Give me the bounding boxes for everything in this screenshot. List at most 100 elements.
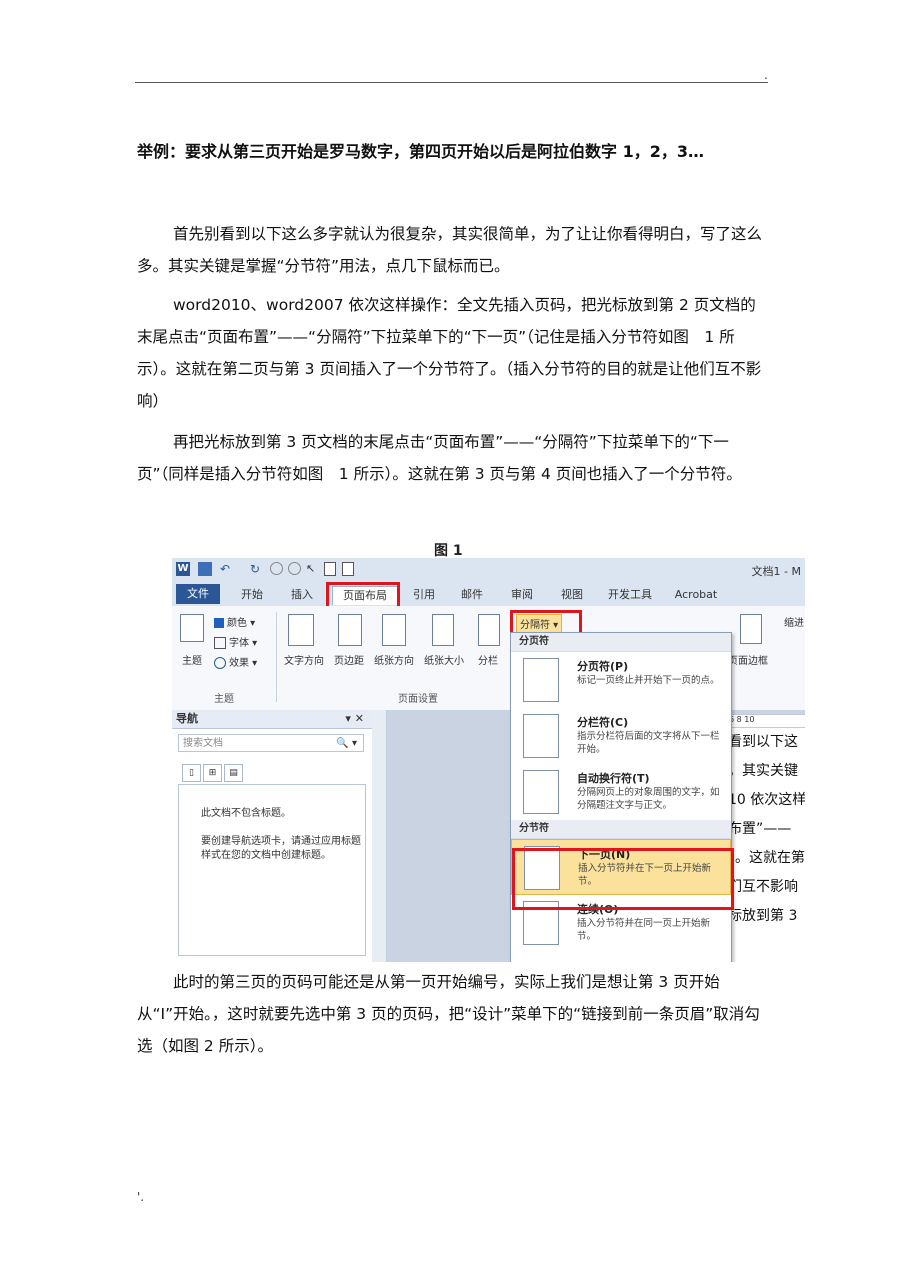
pointer-icon[interactable]: ↖ [306, 562, 320, 576]
redo-icon[interactable]: ↻ [250, 562, 264, 576]
ribbon-separator [276, 612, 277, 702]
group-theme-label: 主题 [214, 694, 234, 705]
menu-item-title: 分栏符(C) [577, 716, 629, 729]
ribbon-tabs: 文件 开始 插入 页面布局 引用 邮件 审阅 视图 开发工具 Acrobat [172, 582, 805, 606]
tab-insert[interactable]: 插入 [280, 586, 324, 604]
search-input[interactable]: 搜索文档 🔍 ▾ [178, 734, 364, 752]
tab-view[interactable]: 视图 [552, 586, 592, 604]
colors-label: 颜色 ▾ [227, 618, 256, 629]
menu-section-section-breaks: 分节符 [511, 820, 731, 839]
results-view-icon[interactable]: ▤ [224, 764, 243, 782]
margins-button[interactable]: 页边距 [334, 652, 364, 667]
circle-icon[interactable] [270, 562, 283, 575]
orientation-icon[interactable] [382, 614, 406, 646]
headings-view-icon[interactable]: ▯ [182, 764, 201, 782]
horizontal-ruler: 6 8 10 [728, 714, 805, 728]
fonts-button[interactable]: 字体 ▾ [214, 634, 257, 649]
nav-content: 此文档不包含标题。 要创建导航选项卡，请通过应用标题样式在您的文档中创建标题。 [178, 784, 366, 956]
menu-item-desc: 指示分栏符后面的文字将从下一栏开始。 [577, 731, 720, 755]
nav-view-tabs: ▯ ⊞ ▤ [182, 764, 246, 782]
footer-dot: '. [137, 1190, 145, 1204]
header-rule [135, 82, 768, 83]
ruler-marks: 6 8 10 [729, 715, 755, 724]
save-icon[interactable] [198, 562, 212, 576]
menu-item-title: 自动换行符(T) [577, 772, 650, 785]
theme-icon[interactable] [180, 614, 204, 642]
fonts-icon [214, 637, 226, 649]
word-screenshot: W ↶ ↻ ↖ 文档1 - M 文件 开始 插入 页面布局 引用 邮件 审阅 视… [172, 558, 805, 962]
window-title: 文档1 - M [751, 565, 801, 578]
text-direction-icon[interactable] [288, 614, 314, 646]
effects-button[interactable]: 效果 ▾ [214, 654, 257, 669]
text-direction-button[interactable]: 文字方向 [284, 652, 324, 667]
effects-icon [214, 657, 226, 669]
doc-line: ）。这就在第 [728, 850, 805, 866]
word-logo-icon: W [176, 562, 190, 576]
header-dot: . [764, 68, 768, 82]
menu-item-column-break[interactable]: 分栏符(C) 指示分栏符后面的文字将从下一栏开始。 [511, 708, 731, 764]
nav-hint-text: 要创建导航选项卡，请通过应用标题样式在您的文档中创建标题。 [201, 836, 361, 861]
tab-developer[interactable]: 开发工具 [602, 586, 658, 604]
tab-mailings[interactable]: 邮件 [452, 586, 492, 604]
tab-acrobat[interactable]: Acrobat [668, 586, 724, 604]
tab-file[interactable]: 文件 [176, 584, 220, 604]
menu-section-page-breaks: 分页符 [511, 633, 731, 652]
colors-icon [214, 618, 224, 628]
doc-line: 标放到第 3 [728, 908, 798, 924]
breaks-menu: 分页符 分页符(P) 标记一页终止并开始下一页的点。 分栏符(C) 指示分栏符后… [510, 632, 732, 962]
nav-header: 导航 ▾ ✕ [172, 710, 372, 729]
figure-caption: 图 1 [434, 543, 463, 559]
menu-item-text-wrapping[interactable]: 自动换行符(T) 分隔网页上的对象周围的文字，如分隔题注文字与正文。 [511, 764, 731, 820]
nav-title: 导航 [176, 712, 198, 725]
page-border-button[interactable]: 页面边框 [728, 652, 768, 667]
menu-item-desc: 插入分节符并在同一页上开始新节。 [577, 918, 711, 942]
vertical-ruler [372, 710, 387, 962]
paragraph-3-text: 再把光标放到第 3 页文档的末尾点击“页面布置”——“分隔符”下拉菜单下的“下一… [137, 433, 742, 483]
text-wrapping-icon [523, 770, 559, 814]
columns-button[interactable]: 分栏 [478, 652, 498, 667]
colors-button[interactable]: 颜色 ▾ [214, 614, 255, 629]
circle-icon[interactable] [288, 562, 301, 575]
paragraph-2-text: word2010、word2007 依次这样操作：全文先插入页码，把光标放到第 … [137, 296, 762, 410]
paragraph-1-text: 首先别看到以下这么多字就认为很复杂，其实很简单，为了让让你看得明白，写了这么多。… [137, 225, 763, 275]
paragraph-1: 首先别看到以下这么多字就认为很复杂，其实很简单，为了让让你看得明白，写了这么多。… [137, 218, 770, 282]
column-break-icon [523, 714, 559, 758]
fonts-label: 字体 ▾ [229, 638, 258, 649]
size-button[interactable]: 纸张大小 [424, 652, 464, 667]
margins-icon[interactable] [338, 614, 362, 646]
page-break-icon [523, 658, 559, 702]
quick-access-toolbar: W ↶ ↻ ↖ 文档1 - M [172, 558, 805, 582]
columns-icon[interactable] [478, 614, 500, 646]
search-placeholder: 搜索文档 [183, 738, 223, 749]
print-preview-icon[interactable] [342, 562, 354, 576]
new-doc-icon[interactable] [324, 562, 336, 576]
indent-label: 缩进 [784, 618, 804, 629]
menu-item-title: 分页符(P) [577, 660, 629, 673]
undo-icon[interactable]: ↶ [220, 562, 234, 576]
menu-item-desc: 分隔网页上的对象周围的文字，如分隔题注文字与正文。 [577, 787, 720, 811]
navigation-pane: 导航 ▾ ✕ 搜索文档 🔍 ▾ ▯ ⊞ ▤ 此文档不包含标题。 要创建导航选项卡，请通过… [172, 710, 373, 962]
page-border-icon[interactable] [740, 614, 762, 644]
paragraph-2: word2010、word2007 依次这样操作：全文先插入页码，把光标放到第 … [137, 289, 770, 417]
tab-review[interactable]: 审阅 [502, 586, 542, 604]
size-icon[interactable] [432, 614, 454, 646]
menu-item-desc: 标记一页终止并开始下一页的点。 [577, 675, 720, 686]
paragraph-3: 再把光标放到第 3 页文档的末尾点击“页面布置”——“分隔符”下拉菜单下的“下一… [137, 426, 770, 490]
no-headings-text: 此文档不包含标题。 [201, 808, 291, 819]
doc-line: 。其实关键 [728, 763, 798, 779]
doc-line: 看到以下这 [728, 734, 798, 750]
page-title: 举例：要求从第三页开始是罗马数字，第四页开始以后是阿拉伯数字 1，2，3… [137, 142, 704, 161]
doc-line: 们互不影响 [728, 879, 798, 895]
theme-button[interactable]: 主题 [182, 652, 202, 667]
highlight-next-page [512, 848, 734, 910]
doc-line: 布置”—— [728, 821, 792, 837]
orientation-button[interactable]: 纸张方向 [374, 652, 414, 667]
document-page[interactable]: 看到以下这 。其实关键 10 依次这样 布置”—— ）。这就在第 们互不影响 标… [728, 728, 805, 962]
tab-references[interactable]: 引用 [404, 586, 444, 604]
tab-home[interactable]: 开始 [230, 586, 274, 604]
pages-view-icon[interactable]: ⊞ [203, 764, 222, 782]
search-icon[interactable]: 🔍 ▾ [336, 735, 357, 753]
group-page-setup-label: 页面设置 [398, 694, 438, 705]
nav-controls[interactable]: ▾ ✕ [345, 710, 364, 728]
menu-item-page-break[interactable]: 分页符(P) 标记一页终止并开始下一页的点。 [511, 652, 731, 708]
